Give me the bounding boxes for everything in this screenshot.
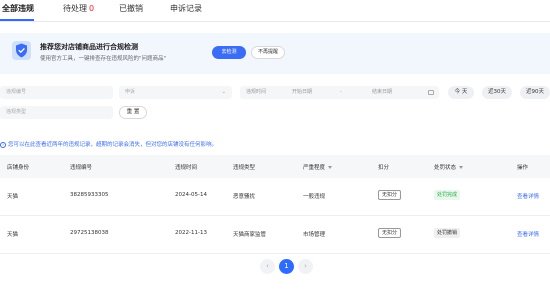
banner-subtitle: 使用官方工具，一键排查存在违规风险的"问题商品" (40, 56, 167, 62)
pending-count-badge: 0 (89, 4, 95, 13)
deduction-tag: 无扣分 (378, 228, 402, 238)
tab-bar: 全部违规 待处理 0 已撤销 申诉记录 (0, 0, 550, 22)
reset-button[interactable]: 重 置 (119, 106, 147, 119)
filter-icon[interactable] (459, 166, 464, 169)
col-action: 操作 (517, 165, 529, 171)
next-page-button[interactable]: › (298, 259, 313, 274)
notice-text: 您可以在此查看近两年的违规记录，超期的记录会消失，但对您的店铺没有任何影响。 (8, 142, 218, 148)
dismiss-reminder-button[interactable]: 不再提醒 (251, 46, 285, 59)
quick-90-days-button[interactable]: 近90天 (520, 86, 550, 99)
cell-violation-type: 天猫商家监管 (233, 232, 267, 238)
table-row: 天猫 38285933305 2024-05-14 恶意骚扰 一般违规 无扣分 … (0, 178, 550, 216)
prev-page-button[interactable]: ‹ (260, 259, 275, 274)
violation-no-input[interactable]: 违规编号 (0, 86, 113, 99)
cell-violation-no: 29725138038 (70, 230, 109, 236)
col-deduction: 扣分 (378, 165, 390, 171)
info-notice: i 您可以在此查看近两年的违规记录，超期的记录会消失，但对您的店铺没有任何影响。 (0, 141, 217, 149)
end-date-input[interactable]: 结束日期 (372, 86, 392, 99)
cell-violation-time: 2022-11-13 (175, 230, 207, 236)
col-violation-type: 违规类型 (233, 165, 256, 171)
deduction-tag: 无扣分 (378, 190, 402, 200)
quick-today-button[interactable]: 今 天 (448, 86, 474, 99)
date-separator: - (340, 89, 342, 95)
status-badge: 处罚完成 (434, 190, 461, 200)
tab-label: 已撤销 (119, 4, 143, 13)
violation-no-placeholder: 违规编号 (6, 89, 27, 95)
violation-type-placeholder: 违规类型 (6, 109, 27, 115)
col-violation-no: 违规编号 (70, 165, 93, 171)
chevron-down-icon: ⌄ (221, 89, 226, 95)
tab-pending[interactable]: 待处理 0 (63, 3, 94, 14)
col-severity-label: 严重程度 (303, 165, 326, 171)
violation-type-select[interactable]: 违规类型 (0, 106, 113, 119)
cell-severity: 市场管理 (303, 232, 326, 238)
view-details-link[interactable]: 查看详情 (517, 230, 539, 238)
cell-violation-time: 2024-05-14 (175, 192, 207, 198)
detect-button[interactable]: 去检测 (212, 46, 246, 59)
violation-time-range[interactable]: 违规时间 开始日期 - 结束日期 (240, 86, 439, 99)
tab-revoked[interactable]: 已撤销 (119, 3, 143, 14)
banner-title: 推荐您对店铺商品进行合规检测 (40, 43, 138, 51)
cell-shop: 天猫 (7, 232, 19, 238)
info-icon: i (0, 141, 6, 148)
col-severity[interactable]: 严重程度 (303, 163, 333, 171)
tab-label: 全部违规 (2, 4, 34, 13)
table-header: 店铺身份 违规编号 违规时间 违规类型 严重程度 扣分 处罚状态 操作 (0, 155, 550, 178)
table-row: 天猫 29725138038 2022-11-13 天猫商家监管 市场管理 无扣… (0, 216, 550, 254)
violation-time-label: 违规时间 (246, 89, 267, 95)
calendar-icon (428, 90, 434, 95)
tab-label: 申诉记录 (170, 4, 202, 13)
col-status-label: 处罚状态 (434, 165, 457, 171)
quick-30-days-button[interactable]: 近30天 (482, 86, 512, 99)
cell-severity: 一般违规 (303, 194, 326, 200)
tab-appeal-records[interactable]: 申诉记录 (170, 3, 202, 14)
penalty-select-value: 申诉 (125, 89, 136, 95)
col-shop: 店铺身份 (7, 165, 30, 171)
shield-check-icon (12, 41, 31, 60)
filter-icon[interactable] (328, 166, 333, 169)
tab-all-violations[interactable]: 全部违规 (2, 3, 34, 14)
col-status[interactable]: 处罚状态 (434, 163, 464, 171)
cell-shop: 天猫 (7, 194, 19, 200)
penalty-select[interactable]: 申诉 ⌄ (119, 86, 232, 99)
cell-violation-no: 38285933305 (70, 192, 109, 198)
cell-violation-type: 恶意骚扰 (233, 194, 256, 200)
page-number-current[interactable]: 1 (279, 259, 294, 274)
start-date-input[interactable]: 开始日期 (292, 86, 312, 99)
active-tab-indicator (0, 19, 34, 21)
status-badge: 处罚撤销 (434, 228, 461, 238)
col-violation-time: 违规时间 (175, 165, 198, 171)
view-details-link[interactable]: 查看详情 (517, 192, 539, 200)
tab-label: 待处理 (63, 4, 87, 13)
